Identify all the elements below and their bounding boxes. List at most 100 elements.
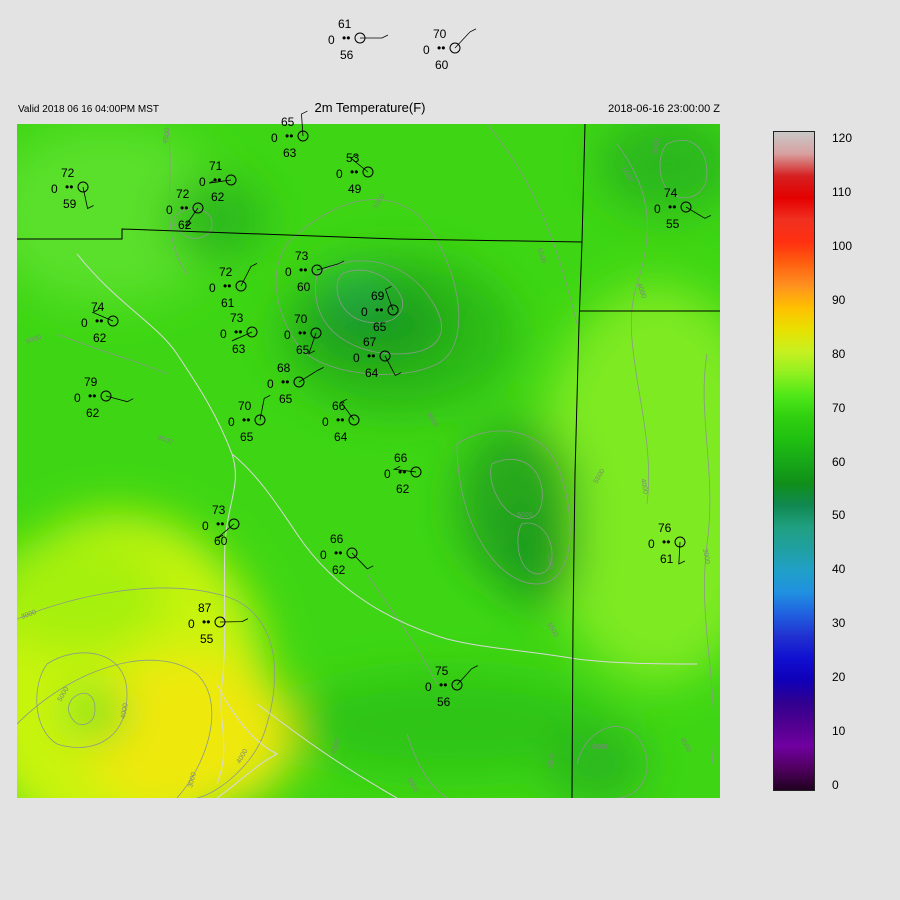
weather-symbol: •• <box>367 349 375 363</box>
station-plot[interactable]: 700 60 •• <box>423 27 477 72</box>
weather-symbol: •• <box>336 413 344 427</box>
weather-symbol: •• <box>668 200 676 214</box>
station-dewpoint: 49 <box>348 182 362 196</box>
station-temperature: 67 <box>363 335 377 349</box>
station-temperature: 76 <box>658 521 672 535</box>
station-visibility: 0 <box>648 537 655 551</box>
weather-symbol: •• <box>662 535 670 549</box>
station-visibility: 0 <box>199 175 206 189</box>
station-dewpoint: 64 <box>365 366 379 380</box>
weather-symbol: •• <box>437 41 445 55</box>
weather-symbol: •• <box>285 129 293 143</box>
station-temperature: 70 <box>238 399 252 413</box>
station-visibility: 0 <box>202 519 209 533</box>
station-visibility: 0 <box>166 203 173 217</box>
weather-symbol: •• <box>180 201 188 215</box>
station-visibility: 0 <box>320 548 327 562</box>
station-temperature: 87 <box>198 601 212 615</box>
station-visibility: 0 <box>74 391 81 405</box>
color-scale-tick: 60 <box>832 454 846 469</box>
station-temperature: 65 <box>281 115 295 129</box>
station-visibility: 0 <box>209 281 216 295</box>
color-scale-tick: 30 <box>832 616 846 631</box>
station-visibility: 0 <box>188 617 195 631</box>
weather-symbol: •• <box>216 517 224 531</box>
station-temperature: 70 <box>294 312 308 326</box>
station-visibility: 0 <box>284 328 291 342</box>
station-visibility: 0 <box>285 265 292 279</box>
contour-label: 6000 <box>517 512 533 519</box>
color-scale-bar <box>773 131 815 791</box>
station-dewpoint: 63 <box>283 146 297 160</box>
color-scale-tick: 40 <box>832 562 846 577</box>
station-visibility: 0 <box>328 33 335 47</box>
station-dewpoint: 56 <box>437 695 451 709</box>
color-scale-tick: 100 <box>832 238 853 253</box>
color-scale-tick: 50 <box>832 508 846 523</box>
station-dewpoint: 59 <box>63 197 77 211</box>
wind-barb <box>454 28 477 49</box>
contour-label: 6000 <box>592 744 608 751</box>
station-visibility: 0 <box>267 377 274 391</box>
station-temperature: 75 <box>435 664 449 678</box>
weather-symbol: •• <box>350 165 358 179</box>
weather-symbol: •• <box>95 314 103 328</box>
station-dewpoint: 65 <box>240 430 254 444</box>
station-temperature: 73 <box>230 311 244 325</box>
weather-symbol: •• <box>375 303 383 317</box>
station-visibility: 0 <box>384 467 391 481</box>
color-scale-tick: 0 <box>832 778 839 792</box>
station-temperature: 66 <box>330 532 344 546</box>
station-temperature: 72 <box>176 187 190 201</box>
weather-symbol: •• <box>88 389 96 403</box>
weather-symbol: •• <box>398 465 406 479</box>
station-visibility: 0 <box>271 131 278 145</box>
station-plot[interactable]: 610 56 •• <box>328 17 389 62</box>
station-visibility: 0 <box>81 316 88 330</box>
station-dewpoint: 62 <box>396 482 410 496</box>
station-visibility: 0 <box>336 167 343 181</box>
station-temperature: 73 <box>295 249 309 263</box>
station-visibility: 0 <box>51 182 58 196</box>
station-dewpoint: 65 <box>279 392 293 406</box>
station-temperature: 74 <box>91 300 105 314</box>
station-dewpoint: 61 <box>221 296 235 310</box>
station-temperature: 79 <box>84 375 98 389</box>
weather-symbol: •• <box>65 180 73 194</box>
station-dewpoint: 62 <box>93 331 107 345</box>
station-visibility: 0 <box>322 415 329 429</box>
weather-symbol: •• <box>202 615 210 629</box>
station-visibility: 0 <box>228 415 235 429</box>
station-temperature: 66 <box>394 451 408 465</box>
station-dewpoint: 62 <box>86 406 100 420</box>
station-temperature: 74 <box>664 186 678 200</box>
color-scale-tick: 90 <box>832 292 846 307</box>
temperature-map[interactable]: 3000 5000 4000 3000 4000 6000 6000 4500 … <box>17 17 720 798</box>
weather-symbol: •• <box>223 279 231 293</box>
station-temperature: 69 <box>371 289 385 303</box>
weather-symbol: •• <box>213 173 221 187</box>
station-dewpoint: 61 <box>660 552 674 566</box>
station-dewpoint: 60 <box>214 534 228 548</box>
station-temperature: 72 <box>61 166 75 180</box>
station-dewpoint: 55 <box>200 632 214 646</box>
station-visibility: 0 <box>361 305 368 319</box>
color-scale-tick: 10 <box>832 724 846 739</box>
station-temperature: 71 <box>209 159 223 173</box>
station-visibility: 0 <box>220 327 227 341</box>
station-dewpoint: 62 <box>332 563 346 577</box>
station-dewpoint: 62 <box>178 218 192 232</box>
station-dewpoint: 64 <box>334 430 348 444</box>
station-visibility: 0 <box>425 680 432 694</box>
color-scale-tick: 110 <box>832 184 852 199</box>
weather-symbol: •• <box>334 546 342 560</box>
weather-symbol: •• <box>299 263 307 277</box>
station-dewpoint: 56 <box>340 48 354 62</box>
weather-symbol: •• <box>242 413 250 427</box>
color-scale-tick: 120 <box>832 131 853 145</box>
station-dewpoint: 62 <box>211 190 225 204</box>
station-dewpoint: 60 <box>297 280 311 294</box>
color-scale-tick: 70 <box>832 400 846 415</box>
station-temperature: 72 <box>219 265 233 279</box>
station-visibility: 0 <box>423 43 430 57</box>
